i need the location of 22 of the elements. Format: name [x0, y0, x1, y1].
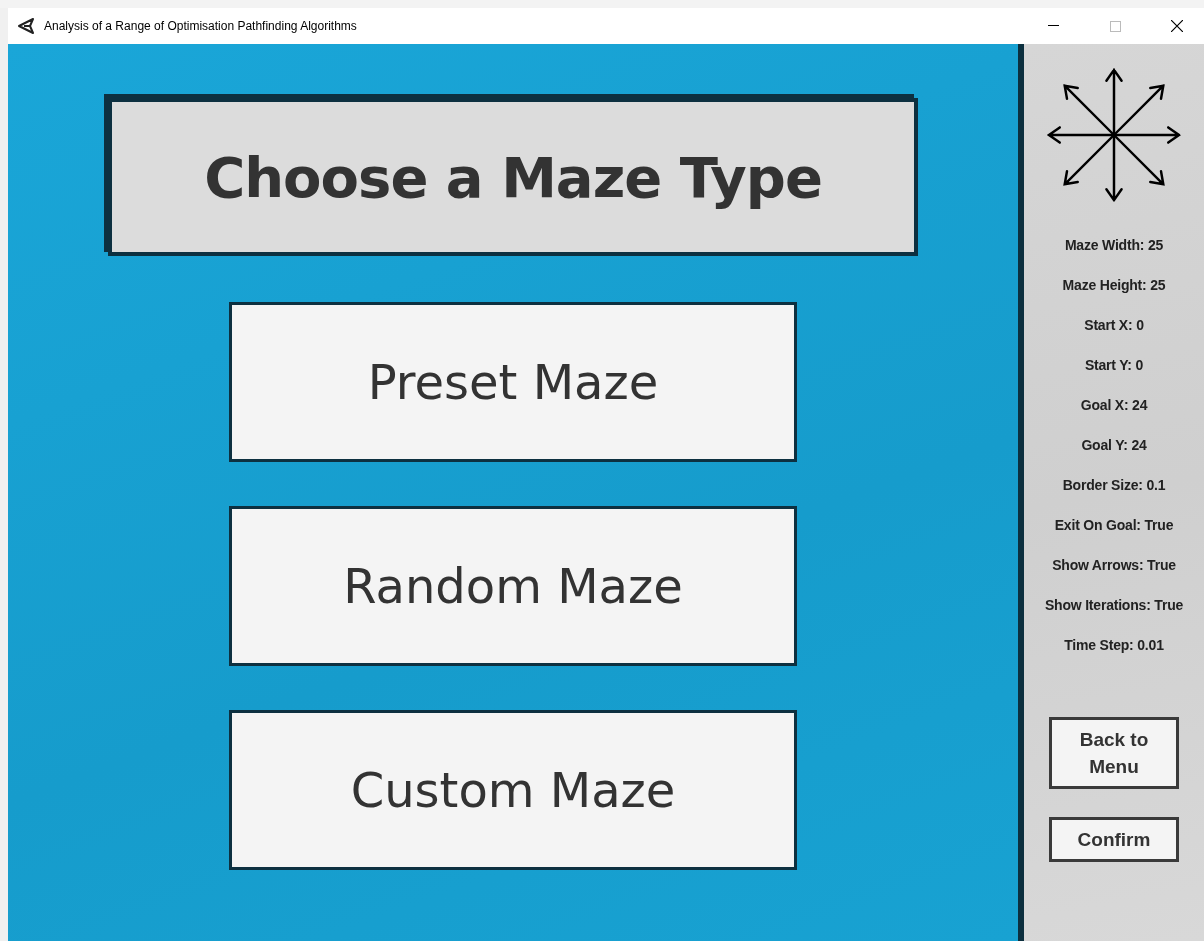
maximize-icon	[1109, 20, 1121, 32]
window-title: Analysis of a Range of Optimisation Pathfinding Algorithms	[44, 19, 358, 33]
compass-arrows-icon	[1046, 67, 1182, 203]
setting-label: Border Size: 0.1	[1062, 476, 1166, 495]
setting-label: Exit On Goal: True	[1054, 516, 1174, 535]
app-icon	[18, 18, 36, 34]
setting-label: Show Iterations: True	[1044, 596, 1184, 615]
minimize-icon	[1047, 25, 1059, 27]
setting-label: Start X: 0	[1084, 316, 1144, 335]
maze-type-button[interactable]: Custom Maze	[229, 710, 797, 870]
setting-label: Maze Height: 25	[1062, 276, 1166, 295]
setting-label: Time Step: 0.01	[1064, 636, 1164, 655]
setting-label: Maze Width: 25	[1064, 236, 1164, 255]
setting-label: Goal X: 24	[1080, 396, 1148, 415]
setting-label: Goal Y: 24	[1081, 436, 1147, 455]
close-icon	[1171, 20, 1183, 32]
maze-type-button[interactable]: Random Maze	[229, 506, 797, 666]
side-button[interactable]: Back to Menu	[1049, 717, 1179, 789]
setting-label: Show Arrows: True	[1052, 556, 1176, 575]
maze-type-button[interactable]: Preset Maze	[229, 302, 797, 462]
setting-label: Start Y: 0	[1084, 356, 1144, 375]
side-button[interactable]: Confirm	[1049, 817, 1179, 862]
